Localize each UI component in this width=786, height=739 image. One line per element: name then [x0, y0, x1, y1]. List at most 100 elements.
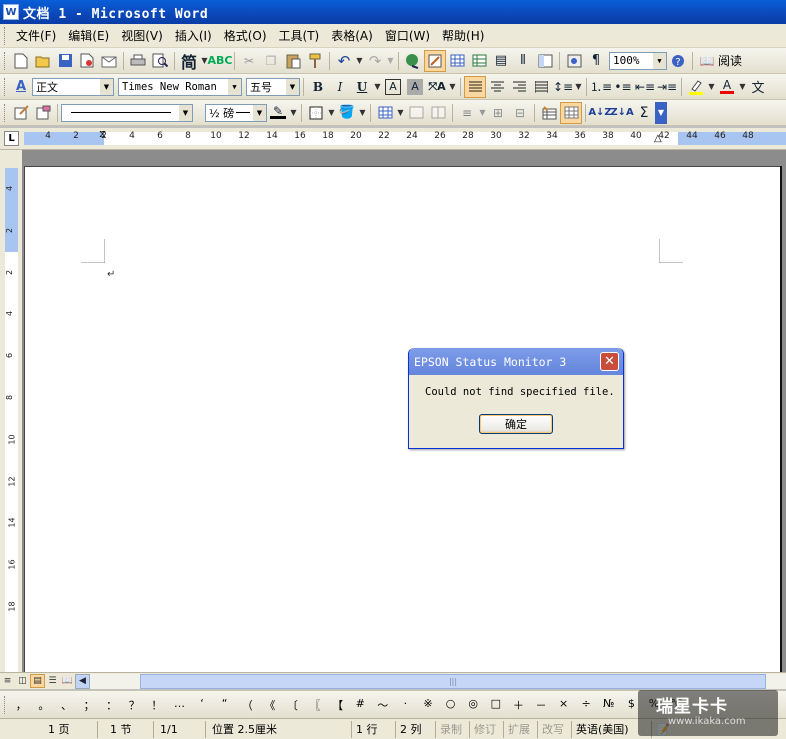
chevron-down-icon[interactable]: ▼	[100, 78, 113, 95]
border-color-icon[interactable]: ✎	[267, 102, 289, 124]
vertical-ruler[interactable]: 4 2 2 4 6 8 10 12 14 16 18	[0, 150, 22, 672]
toolbar-grip[interactable]	[4, 103, 7, 122]
toolbar-grip[interactable]	[4, 77, 7, 96]
symbol-button[interactable]: …	[168, 697, 191, 713]
chevron-down-icon[interactable]: ▼	[253, 104, 266, 121]
table-autoformat-icon[interactable]	[538, 102, 560, 124]
print-layout-view-icon[interactable]: ▤	[30, 674, 45, 688]
symbol-button[interactable]: □	[484, 697, 507, 713]
reading-layout-label[interactable]: 阅读	[718, 52, 742, 69]
merge-cells-icon[interactable]	[405, 102, 427, 124]
symbol-button[interactable]: #	[349, 697, 372, 713]
chevron-down-icon[interactable]: ▼	[289, 108, 298, 117]
italic-icon[interactable]: I	[329, 76, 351, 98]
symbol-button[interactable]: ×	[552, 697, 575, 713]
symbol-button[interactable]: ℃	[665, 697, 688, 713]
line-style-combo[interactable]: ▼	[61, 103, 193, 122]
help-icon[interactable]: ?	[667, 50, 689, 72]
menu-format[interactable]: 格式(O)	[218, 26, 273, 46]
symbol-button[interactable]: ：	[100, 697, 123, 713]
symbol-button[interactable]: ·	[394, 697, 417, 713]
document-page[interactable]: ↵	[24, 166, 780, 672]
symbol-button[interactable]: №	[597, 697, 620, 713]
symbol-button[interactable]: ÷	[575, 697, 598, 713]
columns-icon[interactable]: ▤	[490, 50, 512, 72]
symbol-button[interactable]: ～	[372, 697, 395, 713]
symbol-button[interactable]: 。	[33, 697, 56, 713]
show-gridlines-icon[interactable]	[560, 101, 582, 124]
menu-window[interactable]: 窗口(W)	[379, 26, 436, 46]
symbol-button[interactable]: 【	[326, 697, 349, 713]
font-combo[interactable]: Times New Roman ▼	[118, 77, 242, 96]
status-record[interactable]: 录制	[436, 720, 470, 738]
symbol-button[interactable]: %	[643, 697, 666, 713]
draw-table-icon[interactable]	[10, 102, 32, 124]
chevron-down-icon[interactable]: ▼	[373, 82, 382, 91]
insert-table-icon[interactable]	[446, 50, 468, 72]
shading-color-icon[interactable]: 🪣	[336, 102, 358, 124]
decrease-indent-icon[interactable]: ⇤≡	[634, 76, 656, 98]
cut-icon[interactable]: ✂	[238, 50, 260, 72]
align-center-icon[interactable]	[486, 76, 508, 98]
menubar-grip[interactable]	[4, 26, 7, 45]
autosum-icon[interactable]: Σ	[633, 102, 655, 124]
outline-view-icon[interactable]: ☰	[45, 674, 60, 688]
print-icon[interactable]	[127, 50, 149, 72]
symbol-button[interactable]: ！	[146, 697, 169, 713]
format-painter-icon[interactable]	[304, 50, 326, 72]
menu-insert[interactable]: 插入(I)	[169, 26, 218, 46]
symbol-button[interactable]: －	[530, 697, 553, 713]
toolbar-options-icon[interactable]: ▼	[655, 101, 667, 124]
line-spacing-icon[interactable]: ↕≡	[552, 76, 574, 98]
chevron-down-icon[interactable]: ▼	[396, 108, 405, 117]
normal-view-icon[interactable]: ≡	[0, 674, 15, 688]
paste-icon[interactable]	[282, 50, 304, 72]
chevron-down-icon[interactable]: ▼	[574, 82, 583, 91]
insert-excel-icon[interactable]	[468, 50, 490, 72]
email-icon[interactable]	[98, 50, 120, 72]
distributed-icon[interactable]	[530, 76, 552, 98]
save-icon[interactable]	[54, 50, 76, 72]
horizontal-scroll-track[interactable]: |||	[90, 673, 786, 689]
character-shading-icon[interactable]: A	[407, 78, 423, 95]
tab-selector[interactable]: L	[4, 131, 19, 146]
font-color-icon[interactable]: A	[716, 76, 738, 98]
drawing-icon[interactable]: ⫴	[512, 50, 534, 72]
sort-descending-icon[interactable]: Z↓A	[610, 102, 633, 124]
symbol-button[interactable]: ‘	[191, 697, 214, 713]
outside-border-icon[interactable]	[305, 102, 327, 124]
copy-icon[interactable]: ❐	[260, 50, 282, 72]
spelling-status-icon[interactable]: 📝	[652, 721, 674, 738]
line-weight-combo[interactable]: ½ 磅 ▼	[205, 103, 267, 122]
symbol-button[interactable]: ？	[123, 697, 146, 713]
document-map-icon[interactable]	[534, 50, 556, 72]
bullets-icon[interactable]: •≡	[612, 76, 634, 98]
reading-layout-icon[interactable]: 📖	[696, 50, 718, 72]
menu-tools[interactable]: 工具(T)	[273, 26, 326, 46]
justify-icon[interactable]	[464, 75, 486, 98]
highlight-icon[interactable]	[685, 76, 707, 98]
tables-borders-icon[interactable]	[424, 49, 446, 72]
paragraph-mark-icon[interactable]: ¶	[585, 50, 607, 72]
increase-indent-icon[interactable]: ⇥≡	[656, 76, 678, 98]
menu-view[interactable]: 视图(V)	[115, 26, 169, 46]
horizontal-ruler[interactable]: L ⧖ △ 4 2 2 4 6 8 10 12 14 16 18 20 22 24 26 28 30 32 34 36…	[0, 128, 786, 150]
menu-file[interactable]: 文件(F)	[10, 26, 62, 46]
underline-icon[interactable]: U	[351, 76, 373, 98]
print-preview-icon[interactable]	[149, 50, 171, 72]
show-hide-icon[interactable]	[563, 50, 585, 72]
permission-icon[interactable]	[76, 50, 98, 72]
new-document-icon[interactable]	[10, 50, 32, 72]
ok-button[interactable]: 确定	[479, 414, 553, 434]
sort-ascending-icon[interactable]: A↓Z	[588, 102, 611, 124]
symbol-button[interactable]: 〖	[304, 697, 327, 713]
numbering-icon[interactable]: ⒈≡	[590, 76, 612, 98]
chevron-down-icon[interactable]: ▼	[738, 82, 747, 91]
chevron-down-icon[interactable]: ▼	[358, 108, 367, 117]
chevron-down-icon[interactable]: ▼	[327, 108, 336, 117]
reading-view-icon[interactable]: 📖	[60, 674, 75, 688]
chevron-down-icon[interactable]: ▼	[355, 56, 364, 65]
chevron-down-icon[interactable]: ▼	[707, 82, 716, 91]
close-icon[interactable]: ✕	[600, 352, 619, 371]
symbol-button[interactable]: 〔	[281, 697, 304, 713]
